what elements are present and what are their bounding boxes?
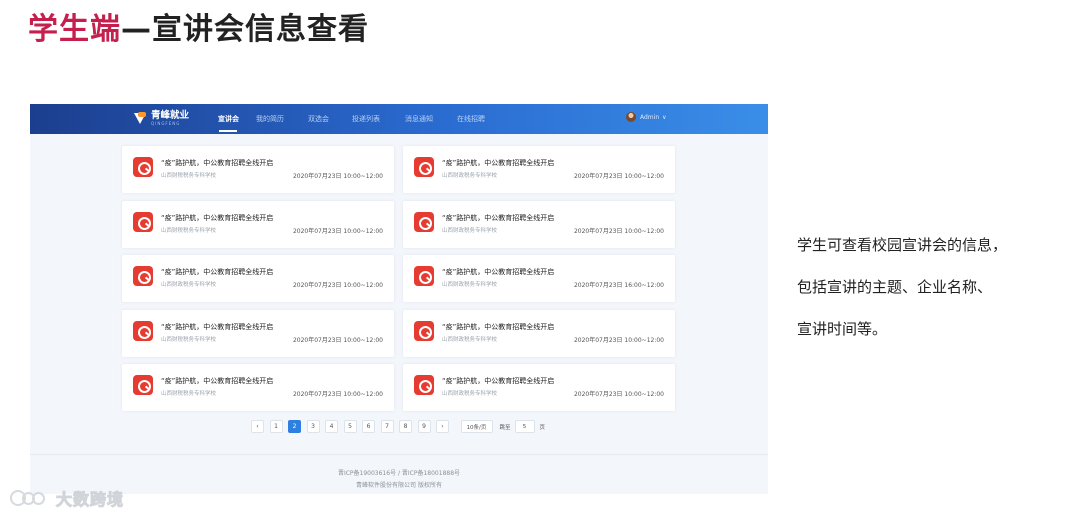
chevron-down-icon: ∨ — [662, 113, 667, 121]
top-navbar: 青峰就业 QINGFENG 宣讲会 我的简历 双选会 投递列表 消息通知 在线招聘 Adm… — [30, 104, 768, 134]
nav-item-0[interactable]: 宣讲会 — [218, 114, 239, 124]
seminar-time: 2020年07月23日 10:00~12:00 — [573, 227, 664, 235]
avatar-icon — [626, 112, 636, 122]
active-nav-underline — [219, 130, 237, 132]
seminar-title: “疫”路护航，中公教育招聘全线开启 — [161, 268, 274, 276]
seminar-org: 山西财税税务专科学校 — [161, 227, 217, 234]
seminar-time: 2020年07月23日 10:00~12:00 — [292, 173, 383, 180]
nav-item-3[interactable]: 投递列表 — [352, 114, 380, 124]
watermark-text: 大数跨境 — [55, 490, 125, 510]
user-name: Admin — [640, 113, 660, 121]
nav-item-1[interactable]: 我的简历 — [256, 114, 284, 124]
slide: 学生端—宣讲会信息查看 青峰就业 QINGFENG 宣讲会 我的简历 双选会 投递列表… — [0, 0, 1080, 517]
seminar-time: 2020年07月23日 10:00~12:00 — [292, 227, 383, 235]
next-page-button[interactable]: › — [436, 420, 449, 433]
logo-name: 青峰就业 — [151, 110, 190, 121]
seminar-card[interactable]: “疫”路护航，中公教育招聘全线开启 山西财政税务专科学校 2020年07月23日 1… — [122, 255, 394, 302]
seminar-org: 山西财政税务专科学校 — [442, 227, 498, 234]
seminar-time: 2020年07月23日 10:00~12:00 — [292, 336, 383, 344]
seminar-title: “疫”路护航，中公教育招聘全线开启 — [161, 213, 274, 222]
nav-item-2[interactable]: 双选会 — [308, 114, 329, 124]
footer-icp: 晋ICP备19003616号 / 晋ICP备18001888号 — [337, 470, 461, 477]
slide-title-rest: —宣讲会信息查看 — [121, 12, 369, 47]
seminar-time: 2020年07月23日 10:00~12:00 — [292, 282, 383, 289]
jump-unit: 页 — [539, 424, 546, 431]
footer-copyright: 青峰软件股份有限公司 版权所有 — [356, 482, 442, 489]
seminar-card[interactable]: “疫”路护航，中公教育招聘全线开启 山西财税税务专科学校 2020年07月23日 1… — [122, 364, 394, 411]
description-line-2: 包括宣讲的主题、企业名称、 — [797, 278, 993, 296]
seminar-org: 山西财税税务专科学校 — [161, 336, 217, 343]
seminar-time: 2020年07月23日 10:00~12:00 — [573, 173, 664, 180]
seminar-card[interactable]: “疫”路护航，中公教育招聘全线开启 山西财政税务专科学校 2020年07月23日 1… — [403, 364, 675, 411]
magnifier-icon — [414, 320, 434, 341]
seminar-time: 2020年07月23日 10:00~12:00 — [573, 336, 664, 344]
seminar-org: 山西财政税务专科学校 — [442, 282, 498, 288]
seminar-card[interactable]: “疫”路护航，中公教育招聘全线开启 山西财税税务专科学校 2020年07月23日 1… — [122, 146, 394, 193]
page-button-2[interactable]: 2 — [288, 420, 301, 433]
page-button-9[interactable]: 9 — [417, 420, 431, 433]
seminar-card[interactable]: “疫”路护航，中公教育招聘全线开启 山西财政税务专科学校 2020年07月23日 1… — [403, 146, 675, 193]
seminar-title: “疫”路护航，中公教育招聘全线开启 — [442, 377, 555, 385]
page-button-3[interactable]: 3 — [306, 420, 320, 433]
prev-page-button[interactable]: ‹ — [251, 420, 264, 433]
description-line-1: 学生可查看校园宣讲会的信息， — [797, 236, 1008, 254]
user-menu[interactable]: Admin ∨ — [626, 112, 667, 122]
page-button-1[interactable]: 1 — [269, 420, 283, 433]
seminar-title: “疫”路护航，中公教育招聘全线开启 — [442, 159, 555, 167]
seminar-org: 山西财税税务专科学校 — [161, 173, 217, 179]
logo[interactable]: 青峰就业 QINGFENG — [134, 110, 189, 126]
jump-label: 跳至 — [499, 424, 511, 431]
magnifier-icon — [133, 320, 153, 341]
page-size-select[interactable]: 10条/页 — [460, 420, 493, 433]
seminar-time: 2020年07月23日 16:00~12:00 — [573, 282, 664, 289]
magnifier-icon — [414, 266, 434, 286]
seminar-title: “疫”路护航，中公教育招聘全线开启 — [161, 322, 274, 331]
magnifier-icon — [133, 266, 153, 286]
seminar-org: 山西财税税务专科学校 — [161, 391, 217, 397]
seminar-title: “疫”路护航，中公教育招聘全线开启 — [442, 322, 555, 331]
watermark: 大数跨境 — [10, 486, 124, 510]
watermark-logo-icon — [10, 488, 50, 508]
seminar-org: 山西财政税务专科学校 — [161, 282, 217, 288]
nav-item-5[interactable]: 在线招聘 — [457, 114, 485, 124]
page-button-6[interactable]: 6 — [362, 420, 375, 433]
seminar-card[interactable]: “疫”路护航，中公教育招聘全线开启 山西财政税务专科学校 2020年07月23日 1… — [403, 255, 675, 302]
slide-title-accent: 学生端 — [28, 12, 121, 47]
site-footer: 晋ICP备19003616号 / 晋ICP备18001888号 青峰软件股份有限… — [30, 454, 768, 494]
description-line-3: 宣讲时间等。 — [797, 320, 888, 338]
seminar-card[interactable]: “疫”路护航，中公教育招聘全线开启 山西财税税务专科学校 2020年07月23日 1… — [122, 200, 394, 248]
magnifier-icon — [133, 211, 153, 232]
qingfeng-logo-icon — [134, 111, 147, 125]
jump-page-input[interactable]: 5 — [514, 420, 535, 433]
nav-item-4[interactable]: 消息通知 — [405, 114, 433, 124]
slide-title: 学生端—宣讲会信息查看 — [28, 4, 369, 48]
logo-subtitle: QINGFENG — [151, 121, 181, 126]
seminar-time: 2020年07月23日 10:00~12:00 — [573, 391, 664, 398]
pagination: ‹ 123456789 › 10条/页 跳至 5 页 — [251, 420, 545, 433]
magnifier-icon — [133, 375, 153, 395]
magnifier-icon — [414, 211, 434, 232]
magnifier-icon — [133, 157, 153, 177]
seminar-title: “疫”路护航，中公教育招聘全线开启 — [442, 213, 555, 222]
seminar-org: 山西财政税务专科学校 — [442, 336, 498, 343]
seminar-org: 山西财政税务专科学校 — [442, 173, 498, 179]
logo-text: 青峰就业 QINGFENG — [151, 110, 189, 126]
magnifier-icon — [414, 157, 434, 177]
seminar-card[interactable]: “疫”路护航，中公教育招聘全线开启 山西财税税务专科学校 2020年07月23日 1… — [122, 309, 394, 357]
magnifier-icon — [414, 375, 434, 395]
page-button-5[interactable]: 5 — [343, 420, 357, 433]
page-button-7[interactable]: 7 — [380, 420, 394, 433]
seminar-org: 山西财政税务专科学校 — [442, 391, 498, 397]
page-button-8[interactable]: 8 — [399, 420, 412, 433]
seminar-title: “疫”路护航，中公教育招聘全线开启 — [442, 268, 555, 276]
app-screenshot: 青峰就业 QINGFENG 宣讲会 我的简历 双选会 投递列表 消息通知 在线招聘 Adm… — [30, 104, 768, 494]
page-button-4[interactable]: 4 — [325, 420, 338, 433]
seminar-card[interactable]: “疫”路护航，中公教育招聘全线开启 山西财政税务专科学校 2020年07月23日 1… — [403, 200, 675, 248]
seminar-title: “疫”路护航，中公教育招聘全线开启 — [161, 377, 274, 385]
seminar-time: 2020年07月23日 10:00~12:00 — [292, 391, 383, 398]
seminar-card[interactable]: “疫”路护航，中公教育招聘全线开启 山西财政税务专科学校 2020年07月23日 1… — [403, 309, 675, 357]
seminar-title: “疫”路护航，中公教育招聘全线开启 — [161, 159, 274, 167]
page-number-list: 123456789 — [269, 420, 437, 433]
